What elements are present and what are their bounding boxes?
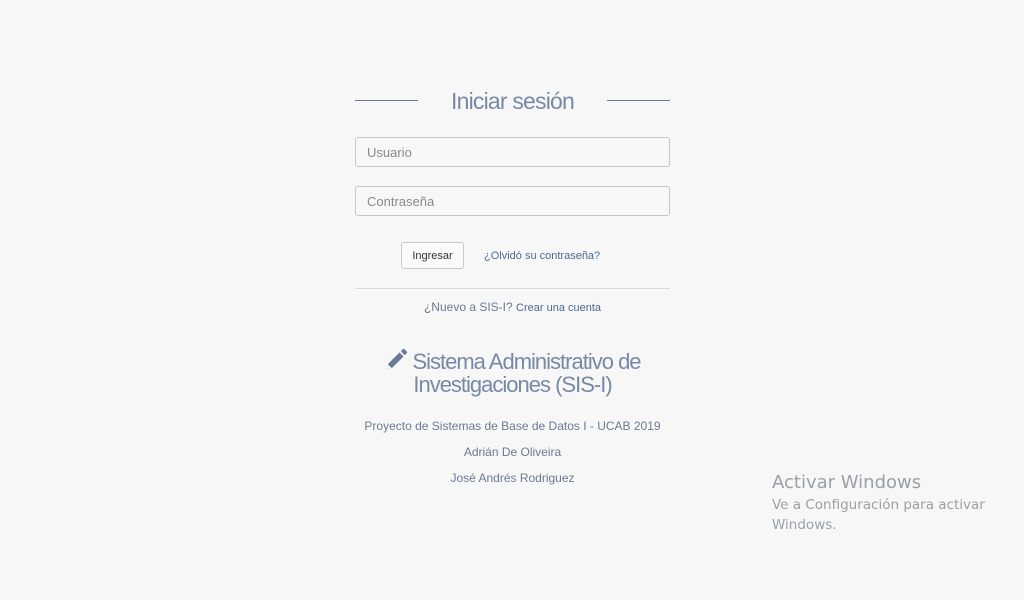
watermark-subtitle: Ve a Configuración para activar Windows. xyxy=(772,497,985,533)
watermark-title: Activar Windows xyxy=(772,472,922,493)
signup-prompt: ¿Nuevo a SIS-I? xyxy=(423,300,513,314)
pencil-icon xyxy=(384,348,408,375)
credits: Proyecto de Sistemas de Base de Datos I … xyxy=(355,418,670,496)
forgot-password-link[interactable]: ¿Olvidó su contraseña? xyxy=(484,250,600,262)
username-input[interactable] xyxy=(355,137,670,167)
author-credit-2: José Andrés Rodriguez xyxy=(450,471,575,485)
brand-title-line1: Sistema Administrativo de xyxy=(412,349,641,374)
login-actions: Ingresar ¿Olvidó su contraseña? xyxy=(355,241,670,269)
windows-activation-watermark: Activar Windows Ve a Configuración para … xyxy=(772,472,1002,535)
title-divider-left xyxy=(355,100,418,101)
app-brand: Sistema Administrativo de Investigacione… xyxy=(355,348,670,397)
project-credit: Proyecto de Sistemas de Base de Datos I … xyxy=(364,419,661,433)
title-divider-right xyxy=(607,100,670,101)
login-page: Iniciar sesión Ingresar ¿Olvidó su contr… xyxy=(0,0,1024,600)
signup-row: ¿Nuevo a SIS-I? Crear una cuenta xyxy=(355,300,670,314)
password-input[interactable] xyxy=(355,186,670,216)
login-button[interactable]: Ingresar xyxy=(401,242,464,269)
brand-title-line2: Investigaciones (SIS-I) xyxy=(413,372,612,397)
form-divider xyxy=(355,288,670,289)
brand-line-1: Sistema Administrativo de xyxy=(355,348,670,375)
login-form: Iniciar sesión Ingresar ¿Olvidó su contr… xyxy=(355,84,670,314)
login-header: Iniciar sesión xyxy=(355,84,670,118)
page-title: Iniciar sesión xyxy=(450,87,575,114)
author-credit-1: Adrián De Oliveira xyxy=(463,445,562,459)
create-account-link[interactable]: Crear una cuenta xyxy=(516,302,601,314)
